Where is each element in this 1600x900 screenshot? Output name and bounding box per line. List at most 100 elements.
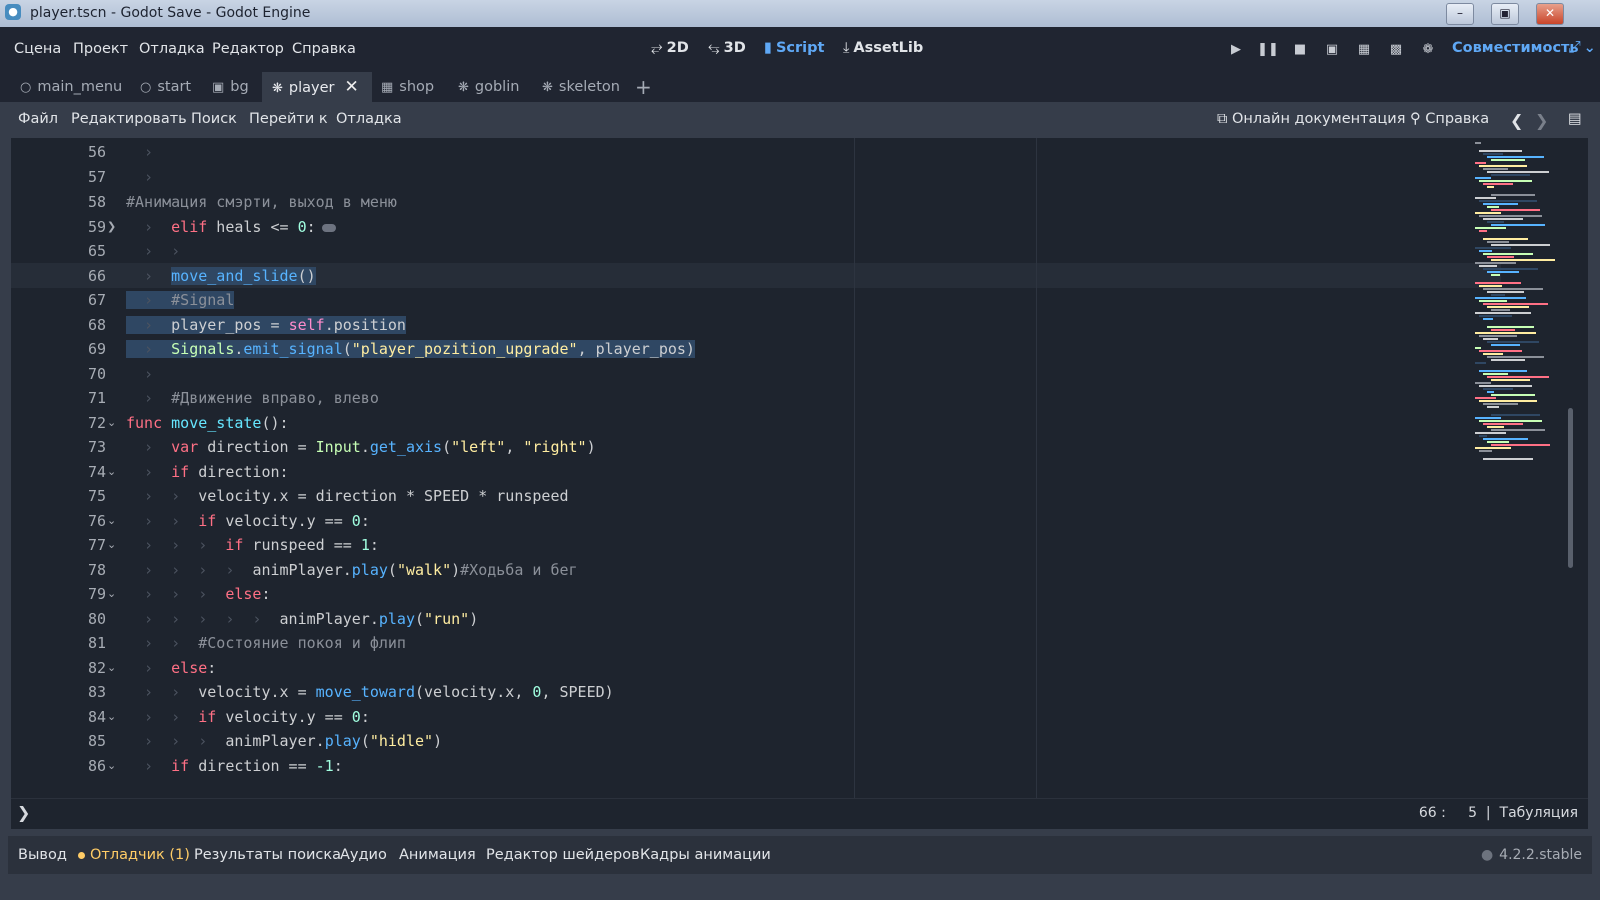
tab-start[interactable]: ○ start — [140, 72, 191, 102]
add-tab-icon[interactable]: + — [635, 72, 652, 102]
tab-player[interactable]: ❋ player ✕ — [262, 72, 372, 102]
fold-arrow-icon[interactable]: ⌄ — [107, 538, 116, 551]
history-forward-icon[interactable]: ❯ — [1535, 111, 1548, 130]
history-back-icon[interactable]: ❮ — [1510, 111, 1523, 130]
fold-arrow-icon[interactable]: ⌄ — [107, 587, 116, 600]
tab-shader-editor[interactable]: Редактор шейдеров — [486, 847, 640, 863]
assetlib-icon: ⤓ — [843, 40, 850, 56]
minimap-line — [1483, 353, 1503, 355]
minimap-line — [1475, 397, 1496, 399]
minimap-line — [1487, 186, 1494, 188]
minimap-line — [1475, 282, 1521, 284]
minimap-line — [1491, 394, 1535, 396]
code-line: › #Движение вправо, влево — [126, 389, 379, 407]
minimap-line — [1479, 385, 1532, 387]
toggle-scripts-panel-icon[interactable]: ❯ — [17, 803, 30, 822]
remote-debug-icon[interactable]: ▣ — [1319, 37, 1345, 63]
minimap-line — [1491, 174, 1530, 176]
line-number: 70 — [87, 365, 106, 383]
play-custom-scene-icon[interactable]: ▩ — [1383, 37, 1409, 63]
play-icon[interactable]: ▶ — [1223, 37, 1249, 63]
minimap-line — [1475, 247, 1511, 249]
tab-shop[interactable]: ▦ shop — [381, 72, 434, 102]
minimap-line — [1487, 241, 1509, 243]
node-icon: ○ — [140, 80, 152, 95]
code-editor[interactable]: 56 57 58 59 ❯ 65 66 67 68 69 70 71 72 ⌄ 73 74 ⌄ 75 76 ⌄ 77 ⌄ 7… — [11, 138, 1588, 798]
code-line: › › if velocity.y == 0: — [126, 708, 370, 726]
menu-editor[interactable]: Редактор — [212, 41, 284, 57]
vertical-scrollbar[interactable] — [1568, 408, 1573, 568]
code-minimap[interactable] — [1473, 138, 1563, 798]
mode-assetlib-button[interactable]: ⤓ AssetLib — [843, 40, 923, 56]
minimap-line — [1475, 382, 1491, 384]
script-menubar: Файл Редактировать Поиск Перейти к Отлад… — [0, 102, 1600, 138]
fold-arrow-icon[interactable]: ⌄ — [107, 416, 116, 429]
minimap-line — [1487, 391, 1494, 393]
minimap-line — [1483, 423, 1523, 425]
menu-project[interactable]: Проект — [73, 41, 128, 57]
distraction-free-icon[interactable]: ⤢ — [1568, 37, 1581, 57]
scene-tabs: ○ main_menu ○ start ▣ bg ❋ player ✕ ▦ shop ❋ go… — [0, 72, 1600, 102]
tab-debugger[interactable]: Отладчик (1) — [78, 847, 190, 863]
minimap-line — [1475, 332, 1536, 334]
update-spinner-icon: ● — [1480, 847, 1494, 863]
mode-script-button[interactable]: ▮ Script — [764, 40, 824, 56]
pause-icon[interactable]: ❚❚ — [1255, 37, 1281, 63]
script-menu-goto[interactable]: Перейти к — [249, 111, 328, 127]
unfold-arrow-icon[interactable]: ❯ — [107, 220, 116, 233]
minimap-line — [1475, 432, 1506, 434]
minimap-line — [1491, 444, 1550, 446]
minimap-line — [1483, 183, 1513, 185]
godot-logo-icon: ● — [5, 4, 21, 20]
fold-arrow-icon[interactable]: ⌄ — [107, 661, 116, 674]
minimap-line — [1483, 268, 1538, 270]
tab-bg[interactable]: ▣ bg — [212, 72, 249, 102]
script-menu-file[interactable]: Файл — [18, 111, 58, 127]
minimap-line — [1479, 200, 1537, 202]
fold-arrow-icon[interactable]: ⌄ — [107, 759, 116, 772]
tab-animation[interactable]: Анимация — [399, 847, 476, 863]
indent-mode[interactable]: Табуляция — [1500, 805, 1578, 821]
minimap-line — [1487, 306, 1529, 308]
tab-output[interactable]: Вывод — [18, 847, 67, 863]
minimap-line — [1479, 435, 1487, 437]
script-menu-search[interactable]: Поиск — [191, 111, 237, 127]
script-menu-debug[interactable]: Отладка — [336, 111, 402, 127]
tab-main-menu[interactable]: ○ main_menu — [20, 72, 122, 102]
minimize-button[interactable]: – — [1446, 3, 1474, 25]
minimap-line — [1491, 244, 1550, 246]
tab-search-results[interactable]: Результаты поиска — [194, 847, 341, 863]
tab-goblin[interactable]: ❋ goblin — [458, 72, 519, 102]
minimap-line — [1479, 400, 1537, 402]
window-layout-icon[interactable]: ▤ — [1568, 111, 1582, 127]
tab-skeleton[interactable]: ❋ skeleton — [542, 72, 620, 102]
movie-maker-icon[interactable]: ❁ — [1415, 37, 1441, 63]
fold-arrow-icon[interactable]: ⌄ — [107, 710, 116, 723]
close-tab-icon[interactable]: ✕ — [345, 77, 359, 97]
maximize-button[interactable]: ▣ — [1491, 3, 1519, 25]
menu-help[interactable]: Справка — [292, 41, 356, 57]
close-window-button[interactable]: ✕ — [1536, 3, 1564, 25]
tab-sprite-frames[interactable]: Кадры анимации — [640, 847, 771, 863]
minimap-line — [1475, 362, 1486, 364]
minimap-line — [1483, 403, 1518, 405]
mode-3d-button[interactable]: ⥃ 3D — [708, 40, 746, 56]
play-scene-icon[interactable]: ▦ — [1351, 37, 1377, 63]
stop-icon[interactable]: ■ — [1287, 37, 1313, 63]
menu-debug[interactable]: Отладка — [139, 41, 205, 57]
mode-2d-button[interactable]: ⥂ 2D — [651, 40, 689, 56]
chevron-down-icon: ⌄ — [1583, 40, 1596, 56]
help-link[interactable]: ⚲ Справка — [1410, 111, 1489, 127]
code-line: › › › else: — [126, 585, 271, 603]
minimap-line — [1475, 347, 1481, 349]
minimap-line — [1487, 271, 1519, 273]
tab-audio[interactable]: Аудио — [340, 847, 387, 863]
fold-arrow-icon[interactable]: ⌄ — [107, 465, 116, 478]
menu-scene[interactable]: Сцена — [14, 41, 61, 57]
fold-arrow-icon[interactable]: ⌄ — [107, 514, 116, 527]
online-docs-link[interactable]: ⧉ Онлайн документация — [1217, 111, 1405, 127]
folded-code-icon[interactable] — [321, 223, 336, 232]
code-line: › #Signal — [126, 291, 235, 309]
script-menu-edit[interactable]: Редактировать — [71, 111, 187, 127]
code-line: › if direction: — [126, 463, 289, 481]
